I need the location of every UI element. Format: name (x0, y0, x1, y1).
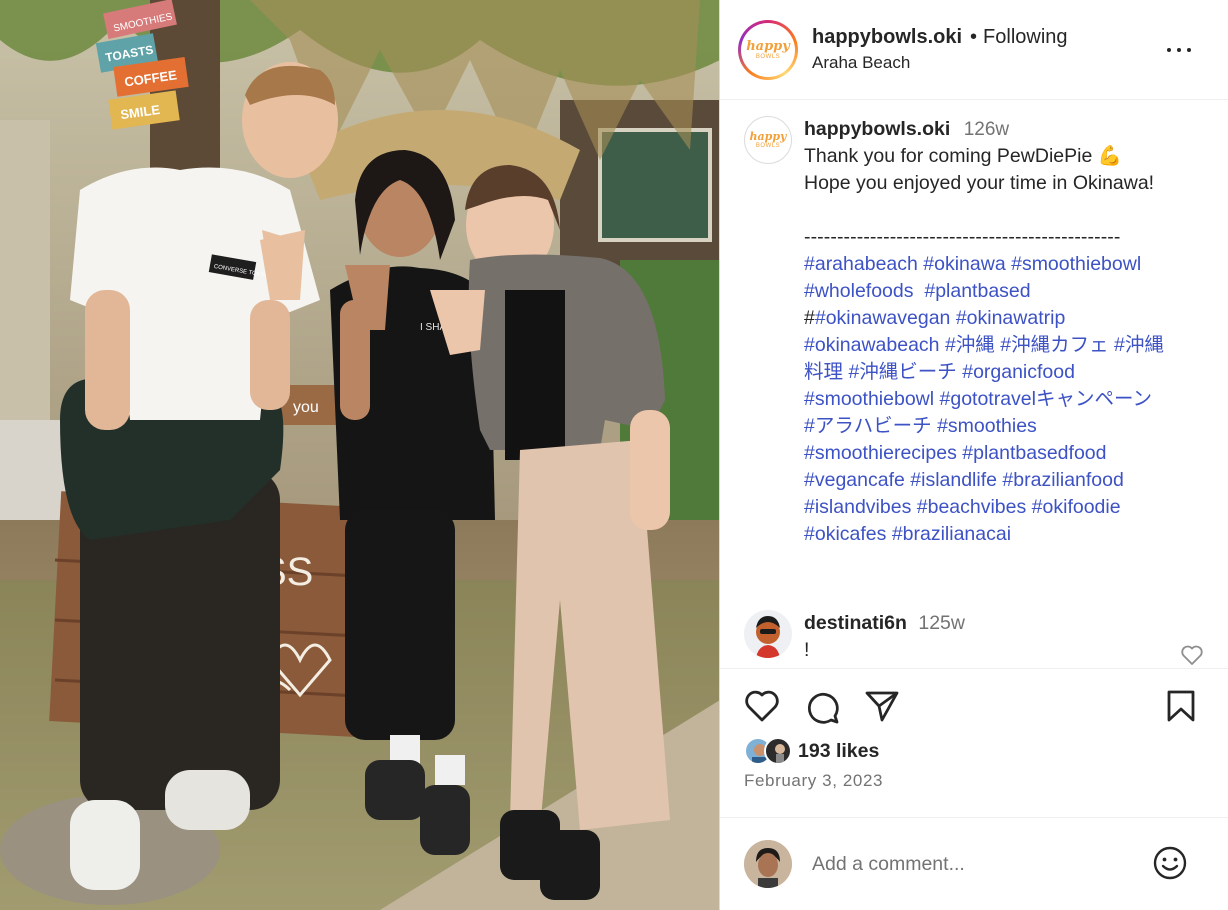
bookmark-icon[interactable] (1166, 689, 1196, 723)
following-button[interactable]: Following (983, 26, 1067, 49)
heart-outline-icon[interactable] (744, 689, 780, 723)
post-date[interactable]: February 3, 2023 (744, 771, 883, 791)
more-options-icon[interactable] (1164, 38, 1194, 62)
hashtag[interactable]: #okicafes (804, 523, 886, 545)
post-caption: happy BOWLS happybowls.oki 126w Thank yo… (744, 116, 1214, 548)
caption-line-1: Thank you for coming PewDiePie 💪 (804, 145, 1122, 167)
comment-like-icon[interactable] (1180, 644, 1204, 666)
crate-text: you (293, 399, 319, 416)
comment-time[interactable]: 125w (918, 612, 965, 634)
stray-hash: # (804, 307, 815, 329)
hashtag[interactable]: #smoothiebowl (804, 388, 934, 410)
post-header: happy BOWLS happybowls.oki • Following A… (720, 0, 1228, 100)
hashtag[interactable]: #vegancafe (804, 469, 905, 491)
caption-line-2: Hope you enjoyed your time in Okinawa! (804, 172, 1155, 194)
photo-illustration: SMOOTHIES TOASTS COFFEE SMILE SS you CON… (0, 0, 719, 910)
comment-username[interactable]: destinati6n (804, 612, 907, 634)
logo-text: happy (746, 38, 790, 54)
logo-subtext: BOWLS (755, 53, 781, 60)
hashtag[interactable]: #smoothiebowl (1011, 253, 1141, 275)
likes-count[interactable]: 193 likes (798, 740, 879, 763)
caption-divider-dashes: ----------------------------------------… (804, 226, 1121, 248)
caption-body: happybowls.oki 126w Thank you for coming… (804, 116, 1204, 548)
hashtag[interactable]: #okinawabeach (804, 334, 940, 356)
hashtag[interactable]: #沖縄 (945, 334, 995, 356)
liker-avatar[interactable] (764, 737, 792, 765)
post-details-panel: happy BOWLS happybowls.oki • Following A… (720, 0, 1228, 910)
hashtag[interactable]: #brazilianacai (892, 523, 1011, 545)
instagram-post-modal: SMOOTHIES TOASTS COFFEE SMILE SS you CON… (0, 0, 1228, 910)
comment-text: ! (804, 639, 810, 661)
hashtag[interactable]: #islandvibes (804, 496, 911, 518)
caption-avatar[interactable]: happy BOWLS (744, 116, 792, 164)
hashtag-continuation[interactable]: 料理 (804, 361, 843, 383)
caption-logo-subtext: BOWLS (755, 143, 781, 149)
hashtag[interactable]: #wholefoods (804, 280, 914, 302)
comment-bubble-icon[interactable] (804, 689, 840, 725)
paper-plane-icon[interactable] (864, 689, 900, 723)
post-photo[interactable]: SMOOTHIES TOASTS COFFEE SMILE SS you CON… (0, 0, 720, 910)
hashtag[interactable]: #okinawavegan (815, 307, 951, 329)
happybowls-logo: happy BOWLS (743, 24, 793, 75)
story-ring-avatar[interactable]: happy BOWLS (738, 19, 798, 80)
separator-dot: • (970, 26, 978, 48)
comment-item: destinati6n 125w ! (744, 610, 1218, 666)
memoji-avatar-icon (744, 610, 792, 658)
caption-username[interactable]: happybowls.oki (804, 118, 950, 140)
hashtag[interactable]: #plantbasedfood (962, 442, 1106, 464)
hashtag[interactable]: #smoothies (937, 415, 1037, 437)
wooden-signs: SMOOTHIES TOASTS COFFEE SMILE (95, 0, 189, 130)
current-user-avatar[interactable] (744, 840, 792, 888)
header-text: happybowls.oki • Following Araha Beach (812, 26, 1068, 73)
action-section: 193 likes February 3, 2023 (720, 668, 1228, 818)
hashtag[interactable]: #okifoodie (1032, 496, 1121, 518)
caption-logo-text: happy (749, 130, 787, 143)
hashtag[interactable]: #gototravelキャンペーン (940, 388, 1153, 410)
hashtag[interactable]: #arahabeach (804, 253, 918, 275)
add-comment-bar (720, 818, 1228, 910)
hashtag[interactable]: #okinawa (923, 253, 1005, 275)
hashtag[interactable]: #沖縄カフェ (1000, 334, 1108, 356)
commenter-avatar[interactable] (744, 610, 792, 658)
location-link[interactable]: Araha Beach (812, 53, 1068, 73)
comment-input[interactable] (812, 852, 1132, 876)
hashtag[interactable]: #アラハビーチ (804, 415, 932, 437)
caption-time[interactable]: 126w (964, 119, 1009, 140)
hashtag[interactable]: #organicfood (962, 361, 1075, 383)
header-username[interactable]: happybowls.oki (812, 26, 962, 49)
likes-row: 193 likes (744, 737, 879, 765)
hashtag[interactable]: #islandlife (910, 469, 997, 491)
hashtag[interactable]: #okinawatrip (956, 307, 1065, 329)
hashtag[interactable]: #beachvibes (917, 496, 1027, 518)
hashtag[interactable]: #沖縄 (1114, 334, 1164, 356)
hashtag[interactable]: #brazilianfood (1002, 469, 1123, 491)
hashtag-block: #arahabeach #okinawa #smoothiebowl #whol… (804, 251, 1204, 548)
hashtag[interactable]: #smoothierecipes (804, 442, 957, 464)
emoji-smile-icon[interactable] (1152, 845, 1188, 881)
hashtag[interactable]: #plantbased (924, 280, 1030, 302)
hashtag[interactable]: #沖縄ビーチ (848, 361, 956, 383)
